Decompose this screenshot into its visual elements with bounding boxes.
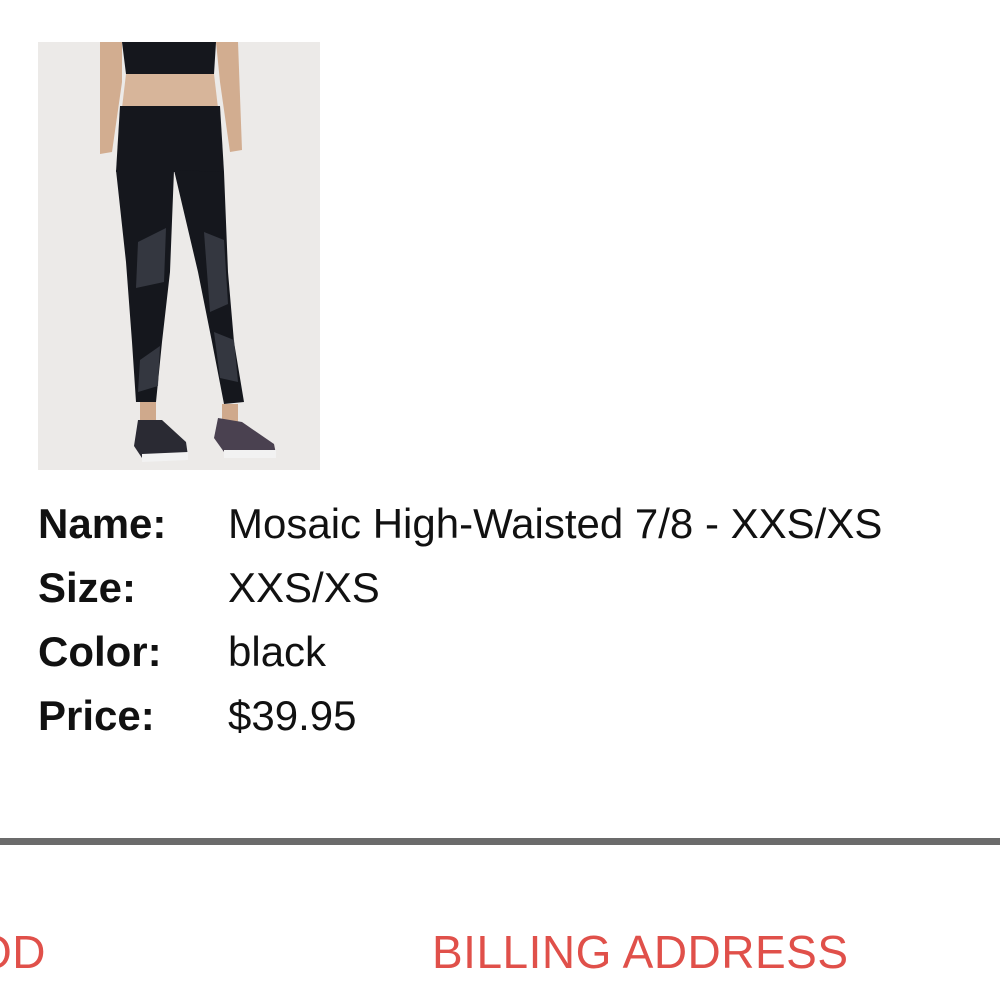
product-details: Name: Mosaic High-Waisted 7/8 - XXS/XS S…: [38, 492, 882, 748]
detail-row-color: Color: black: [38, 620, 882, 684]
order-review-page: Name: Mosaic High-Waisted 7/8 - XXS/XS S…: [0, 0, 1000, 1000]
price-value: $39.95: [228, 692, 357, 739]
size-value: XXS/XS: [228, 564, 380, 611]
section-divider: [0, 838, 1000, 845]
size-label: Size:: [38, 564, 137, 611]
product-image: [38, 42, 320, 470]
color-label: Color:: [38, 628, 162, 675]
leggings-photo: [38, 42, 320, 470]
detail-row-size: Size: XXS/XS: [38, 556, 882, 620]
color-value: black: [228, 628, 327, 675]
checkout-step-previous[interactable]: OD: [0, 922, 46, 982]
name-value: Mosaic High-Waisted 7/8 - XXS/XS: [228, 500, 883, 547]
checkout-step-billing-address[interactable]: BILLING ADDRESS: [432, 922, 849, 982]
name-label: Name:: [38, 500, 167, 547]
detail-row-price: Price: $39.95: [38, 684, 882, 748]
detail-row-name: Name: Mosaic High-Waisted 7/8 - XXS/XS: [38, 492, 882, 556]
price-label: Price:: [38, 692, 155, 739]
